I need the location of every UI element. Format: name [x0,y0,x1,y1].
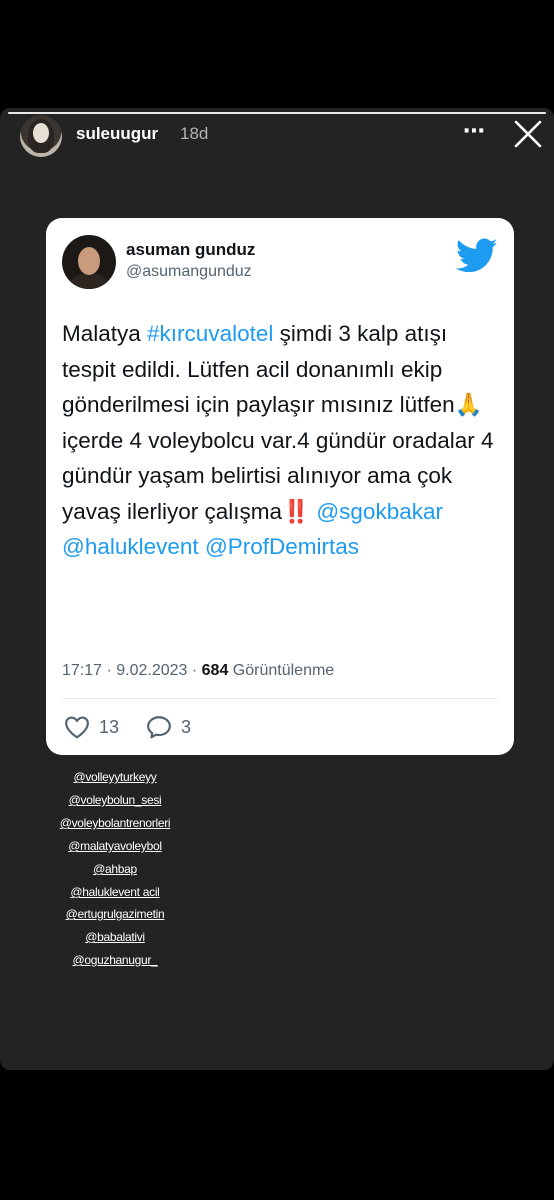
mention-tag[interactable]: @volleyyturkeyy [0,770,230,784]
story-progress-fill [8,112,546,114]
story-timestamp: 18d [180,124,209,143]
tweet-author-name: asuman gunduz [126,240,256,259]
mention-tag[interactable]: @babalativi [0,930,230,944]
tweet-meta: 17:17 · 9.02.2023 · 684 Görüntülenme [62,662,334,680]
tweet-text-segment: Malatya [62,321,148,346]
mention-tag[interactable]: @ertugrulgazimetin [0,907,230,921]
heart-icon[interactable] [64,715,90,739]
tweet-text-link[interactable]: #kırcuvalotel [147,321,273,346]
tweet-timestamp: 17:17 · 9.02.2023 · [62,662,202,679]
reply-count: 3 [181,717,192,737]
mention-tag[interactable]: @oguzhanugur_ [0,953,230,967]
tweet-text: Malatya #kırcuvalotel şimdi 3 kalp atışı… [62,316,502,565]
tweet-text-link[interactable]: @sgokbakar [316,499,443,524]
tweet-text-link[interactable]: @haluklevent [62,534,199,559]
story-username[interactable]: suleuugur [76,124,158,144]
mention-tag[interactable]: @malatyavoleybol [0,839,230,853]
tweet-author-avatar [62,235,116,289]
mention-tag[interactable]: @haluklevent acil [0,885,230,899]
mention-tag[interactable]: @voleybolun_sesi [0,793,230,807]
tweet-card: asuman gunduz @asumangunduz Malatya #kır… [46,218,514,755]
twitter-bird-icon [456,238,498,273]
story-user-avatar[interactable] [20,115,62,157]
close-icon[interactable] [512,118,544,150]
tweet-text-link[interactable]: @ProfDemirtas [205,534,359,559]
reply-bubble-icon[interactable] [146,715,172,739]
mention-tag[interactable]: @ahbap [0,862,230,876]
tweet-text-segment: şimdi 3 kalp atışı tespit edildi. Lütfen… [62,321,494,524]
tweet-views-label: Görüntülenme [228,662,335,679]
tweet-divider [62,698,498,699]
more-options-icon[interactable]: ⋯ [463,118,486,144]
tweet-author-handle: @asumangunduz [126,263,252,280]
mention-tag[interactable]: @voleybolantrenorleri [0,816,230,830]
tweet-views-count: 684 [201,662,229,679]
like-count: 13 [99,717,120,737]
story-progress-bar [8,112,546,114]
